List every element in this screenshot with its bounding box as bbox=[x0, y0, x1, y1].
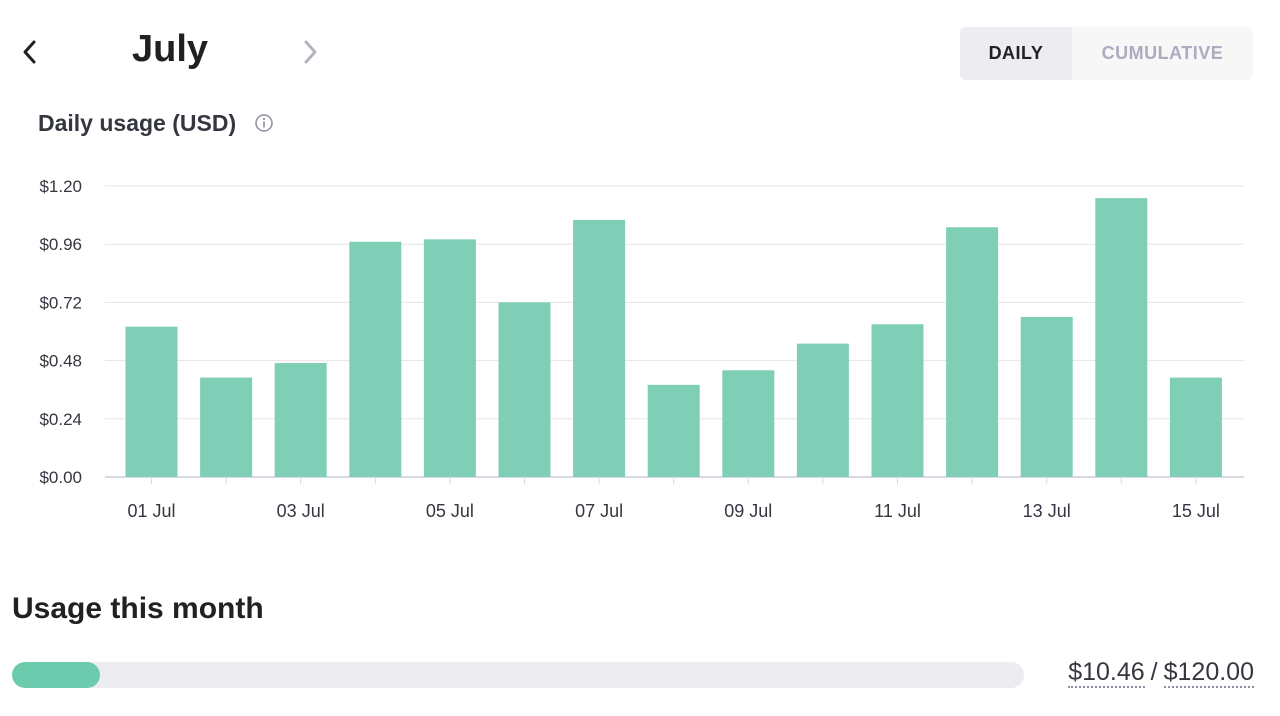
usage-used-amount[interactable]: $10.46 bbox=[1068, 658, 1145, 688]
daily-usage-chart: $0.00 $0.24 $0.48 $0.72 $0.96 $1.20 01 Jul 03 J… bbox=[39, 177, 1244, 521]
info-icon[interactable] bbox=[254, 113, 274, 133]
x-tick-label: 01 Jul bbox=[127, 501, 175, 521]
bar-14-jul[interactable] bbox=[1095, 198, 1148, 477]
usage-limit-amount[interactable]: $120.00 bbox=[1163, 658, 1254, 688]
bar-10-jul[interactable] bbox=[796, 343, 849, 477]
bar-13-jul[interactable] bbox=[1020, 316, 1073, 477]
y-tick-label: $0.96 bbox=[39, 235, 82, 254]
x-tick-label: 13 Jul bbox=[1023, 501, 1071, 521]
chevron-right-icon bbox=[304, 40, 317, 64]
chevron-left-icon bbox=[23, 40, 36, 64]
bar-06-jul[interactable] bbox=[498, 302, 551, 477]
bar-02-jul[interactable] bbox=[200, 377, 253, 477]
bar-09-jul[interactable] bbox=[722, 370, 775, 477]
x-tick-label: 05 Jul bbox=[426, 501, 474, 521]
y-tick-label: $1.20 bbox=[39, 177, 82, 196]
bar-12-jul[interactable] bbox=[946, 227, 999, 477]
bar-15-jul[interactable] bbox=[1169, 377, 1222, 477]
view-toggle: DAILY CUMULATIVE bbox=[960, 27, 1253, 80]
usage-separator: / bbox=[1150, 658, 1158, 686]
previous-month-button[interactable] bbox=[8, 30, 52, 74]
bar-01-jul[interactable] bbox=[125, 326, 178, 477]
bar-08-jul[interactable] bbox=[647, 384, 700, 477]
bar-11-jul[interactable] bbox=[871, 324, 924, 477]
bar-03-jul[interactable] bbox=[274, 363, 327, 477]
bar-07-jul[interactable] bbox=[573, 219, 626, 477]
x-tick-label: 09 Jul bbox=[724, 501, 772, 521]
month-title: July bbox=[132, 28, 209, 70]
x-tick-label: 07 Jul bbox=[575, 501, 623, 521]
y-tick-label: $0.72 bbox=[39, 293, 82, 312]
bar-04-jul[interactable] bbox=[349, 241, 402, 477]
usage-section-title: Usage this month bbox=[12, 592, 264, 625]
x-tick-label: 15 Jul bbox=[1172, 501, 1220, 521]
bar-05-jul[interactable] bbox=[423, 239, 476, 477]
usage-progress-fill bbox=[12, 662, 101, 688]
chart-title: Daily usage (USD) bbox=[38, 110, 237, 136]
x-tick-label: 11 Jul bbox=[874, 501, 921, 521]
y-tick-label: $0.24 bbox=[39, 410, 82, 429]
y-tick-label: $0.00 bbox=[39, 468, 82, 487]
cumulative-tab[interactable]: CUMULATIVE bbox=[1072, 27, 1253, 80]
next-month-button[interactable] bbox=[288, 30, 332, 74]
daily-tab[interactable]: DAILY bbox=[960, 27, 1072, 80]
y-tick-label: $0.48 bbox=[39, 352, 82, 371]
usage-progress-bar bbox=[12, 662, 1024, 688]
usage-readout: $10.46/$120.00 bbox=[1068, 658, 1254, 688]
x-tick-label: 03 Jul bbox=[277, 501, 325, 521]
